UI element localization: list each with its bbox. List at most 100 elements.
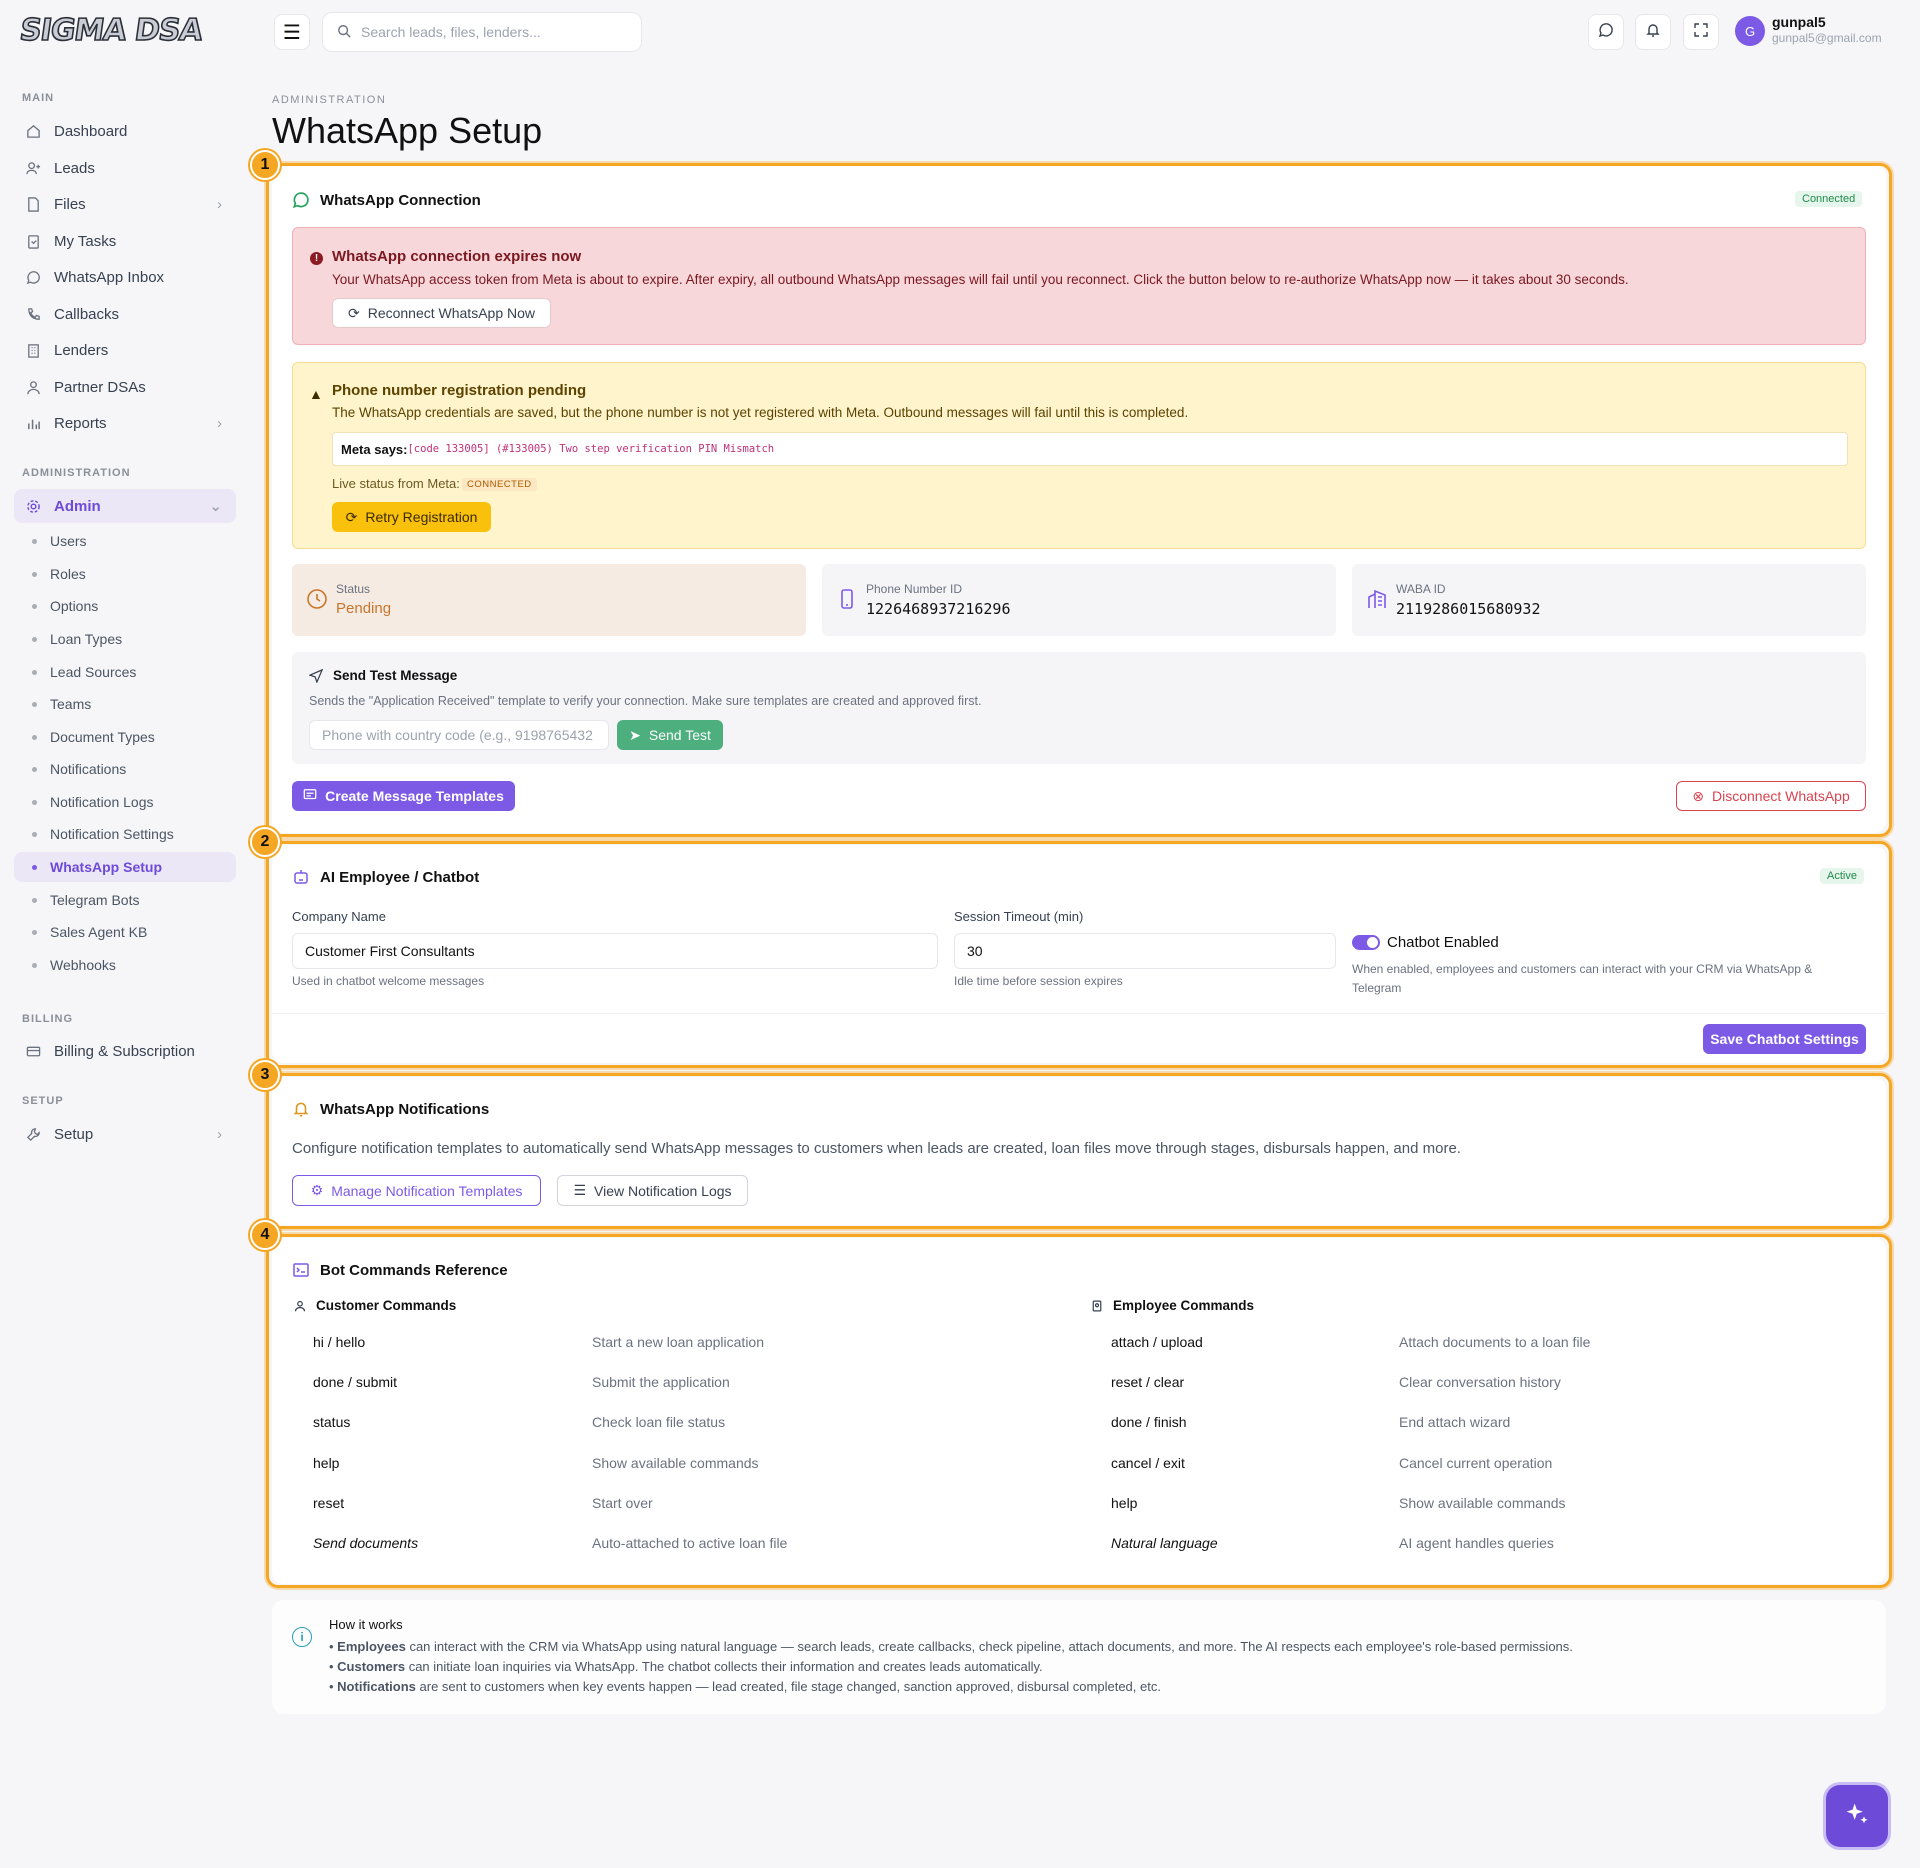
clipboard-icon (24, 232, 42, 250)
sidebar-item-my-tasks[interactable]: My Tasks (14, 224, 236, 258)
sidebar-subitem-telegram-bots[interactable]: Telegram Bots (14, 885, 236, 915)
search-icon (337, 24, 351, 41)
expand-icon (1693, 22, 1709, 42)
sidebar-subitem-label: Notification Logs (50, 794, 154, 810)
phone-icon (24, 305, 42, 323)
chevron-right-icon: › (217, 1125, 222, 1143)
users-icon (24, 378, 42, 396)
sidebar-subitem-webhooks[interactable]: Webhooks (14, 950, 236, 980)
sidebar-item-setup[interactable]: Setup › (14, 1117, 236, 1151)
topbar: ☰ Search leads, files, lenders... G gunp… (250, 0, 1920, 64)
sidebar-item-whatsapp-inbox[interactable]: WhatsApp Inbox (14, 260, 236, 294)
item-strong: Notifications (337, 1679, 416, 1694)
nav-section-setup: SETUP (22, 1095, 64, 1107)
info-icon: i (292, 1627, 312, 1647)
sidebar-item-label: Admin (54, 497, 101, 515)
sidebar-subitem-teams[interactable]: Teams (14, 689, 236, 719)
callout-badge: 1 (250, 150, 280, 180)
how-it-works-title: How it works (329, 1617, 403, 1632)
sidebar-item-label: Setup (54, 1125, 94, 1143)
sidebar-item-partner-dsas[interactable]: Partner DSAs (14, 370, 236, 404)
sidebar-subitem-label: Notification Settings (50, 826, 174, 842)
nav-section-administration: ADMINISTRATION (22, 467, 131, 479)
how-it-works-list: • Employees can interact with the CRM vi… (329, 1637, 1573, 1697)
item-text: can interact with the CRM via WhatsApp u… (405, 1639, 1573, 1654)
sidebar-item-label: Files (54, 195, 86, 213)
file-icon (24, 195, 42, 213)
sidebar-item-label: Leads (54, 159, 95, 177)
ai-assistant-button[interactable] (1826, 1785, 1888, 1847)
sidebar-item-label: My Tasks (54, 232, 117, 250)
hamburger-icon: ☰ (283, 21, 301, 44)
search-input[interactable]: Search leads, files, lenders... (322, 12, 642, 52)
sidebar-subitem-label: Telegram Bots (50, 892, 140, 908)
sidebar-item-callbacks[interactable]: Callbacks (14, 297, 236, 331)
sidebar-item-label: Reports (54, 414, 107, 432)
sidebar-subitem-loan-types[interactable]: Loan Types (14, 624, 236, 654)
bell-icon (1645, 22, 1661, 42)
item-strong: Customers (337, 1659, 406, 1674)
user-email: gunpal5@gmail.com (1772, 31, 1882, 45)
sidebar-item-label: Partner DSAs (54, 378, 146, 396)
callout-badge: 4 (250, 1220, 280, 1250)
sidebar-item-label: Dashboard (54, 122, 128, 140)
avatar[interactable]: G (1735, 16, 1765, 46)
sidebar-subitem-options[interactable]: Options (14, 591, 236, 621)
sidebar-subitem-roles[interactable]: Roles (14, 559, 236, 589)
user-name[interactable]: gunpal5 (1772, 14, 1826, 30)
brand-logo[interactable]: SIGMA DSA (17, 12, 205, 49)
nav-section-main: MAIN (22, 92, 55, 104)
page-title: WhatsApp Setup (272, 110, 543, 151)
sidebar-subitem-label: Roles (50, 566, 86, 582)
sidebar-subitem-label: Notifications (50, 761, 127, 777)
chevron-right-icon: › (217, 195, 222, 213)
sidebar-item-label: Callbacks (54, 305, 120, 323)
sidebar-subitem-label: Webhooks (50, 957, 116, 973)
sidebar-item-dashboard[interactable]: Dashboard (14, 114, 236, 148)
callout-badge: 3 (250, 1060, 280, 1090)
callout-badge: 2 (250, 827, 280, 857)
sidebar-item-label: Lenders (54, 341, 109, 359)
highlight-frame (266, 841, 1892, 1068)
highlight-frame (266, 1234, 1892, 1588)
sidebar-item-billing[interactable]: Billing & Subscription (14, 1034, 236, 1068)
sidebar-subitem-label: Lead Sources (50, 664, 137, 680)
highlight-frame (266, 163, 1892, 837)
sidebar-subitem-notifications[interactable]: Notifications (14, 754, 236, 784)
menu-toggle-button[interactable]: ☰ (274, 14, 310, 50)
sidebar-subitem-label: Document Types (50, 729, 155, 745)
how-it-works-item: • Employees can interact with the CRM vi… (329, 1639, 1573, 1654)
sidebar-item-admin[interactable]: Admin ⌄ (14, 489, 236, 523)
sidebar-subitem-notification-settings[interactable]: Notification Settings (14, 819, 236, 849)
gear-icon (24, 497, 42, 515)
sidebar-subitem-users[interactable]: Users (14, 526, 236, 556)
item-strong: Employees (337, 1639, 406, 1654)
whatsapp-icon (1598, 22, 1614, 42)
sidebar-item-lenders[interactable]: Lenders (14, 333, 236, 367)
how-it-works-item: • Customers can initiate loan inquiries … (329, 1659, 1043, 1674)
sidebar-item-leads[interactable]: Leads (14, 151, 236, 185)
wrench-icon (24, 1125, 42, 1143)
sidebar-subitem-label: WhatsApp Setup (50, 859, 162, 875)
sidebar-subitem-notification-logs[interactable]: Notification Logs (14, 787, 236, 817)
credit-card-icon (24, 1042, 42, 1060)
item-text: can initiate loan inquiries via WhatsApp… (405, 1659, 1043, 1674)
chevron-down-icon: ⌄ (209, 498, 222, 515)
sidebar: SIGMA DSA MAIN Dashboard Leads Files › My… (0, 0, 250, 1868)
user-plus-icon (24, 159, 42, 177)
breadcrumb: ADMINISTRATION (272, 94, 387, 106)
home-icon (24, 122, 42, 140)
notifications-button[interactable] (1635, 14, 1671, 50)
search-placeholder: Search leads, files, lenders... (361, 24, 541, 40)
sidebar-subitem-label: Users (50, 533, 87, 549)
sidebar-item-files[interactable]: Files › (14, 187, 236, 221)
how-it-works-item: • Notifications are sent to customers wh… (329, 1679, 1161, 1694)
fullscreen-button[interactable] (1683, 14, 1719, 50)
sidebar-subitem-lead-sources[interactable]: Lead Sources (14, 657, 236, 687)
sidebar-subitem-document-types[interactable]: Document Types (14, 722, 236, 752)
sidebar-item-reports[interactable]: Reports › (14, 406, 236, 440)
sidebar-subitem-whatsapp-setup[interactable]: WhatsApp Setup (14, 852, 236, 882)
sidebar-subitem-sales-agent-kb[interactable]: Sales Agent KB (14, 917, 236, 947)
chevron-right-icon: › (217, 414, 222, 432)
whatsapp-button[interactable] (1588, 14, 1624, 50)
